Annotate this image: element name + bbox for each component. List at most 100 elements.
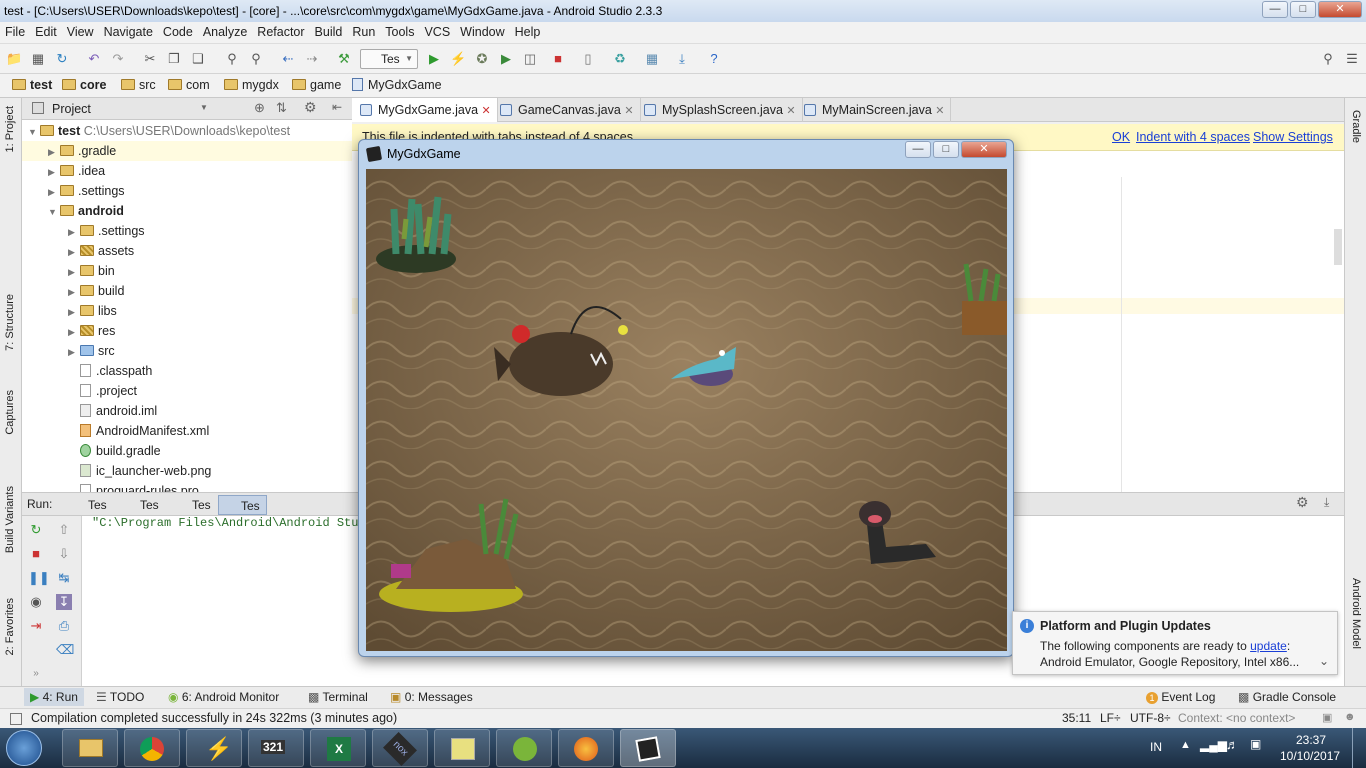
stop-icon[interactable]: ■ xyxy=(28,546,44,562)
menu-edit[interactable]: Edit xyxy=(30,22,62,39)
language-indicator[interactable]: IN xyxy=(1150,740,1162,754)
tree-item[interactable]: proguard-rules.pro xyxy=(80,481,199,492)
run-tab[interactable]: Tes xyxy=(118,495,165,515)
tree-item[interactable]: build.gradle xyxy=(80,441,161,461)
project-structure-icon[interactable]: ▦ xyxy=(644,51,660,67)
tree-item[interactable]: ▶ src xyxy=(68,341,115,361)
menu-code[interactable]: Code xyxy=(158,22,198,39)
help-icon[interactable]: ? xyxy=(706,51,722,67)
paste-icon[interactable]: ❑ xyxy=(190,51,206,67)
down-arrow-icon[interactable]: ⇩ xyxy=(56,546,72,562)
tab-run[interactable]: ▶ 4: Run xyxy=(24,688,84,706)
menu-analyze[interactable]: Analyze xyxy=(198,22,252,39)
clock-date[interactable]: 10/10/2017 xyxy=(1280,749,1340,763)
taskbar-android-studio[interactable] xyxy=(496,729,552,767)
tab-gradle-console[interactable]: ▩ Gradle Console xyxy=(1238,690,1336,704)
stop-icon[interactable]: ■ xyxy=(550,51,566,67)
menu-window[interactable]: Window xyxy=(455,22,509,39)
network-icon[interactable]: ▣ xyxy=(1250,737,1261,751)
tree-item[interactable]: ▶ libs xyxy=(68,301,117,321)
tab-gamecanvas[interactable]: GameCanvas.java ✕ xyxy=(492,98,641,122)
hide-icon[interactable]: ⤓ xyxy=(1324,495,1329,510)
minimize-button[interactable]: — xyxy=(1262,1,1288,18)
volume-icon[interactable]: ♬ xyxy=(1226,737,1239,752)
sync-icon[interactable]: ↻ xyxy=(54,51,70,67)
run-tab-active[interactable]: Tes xyxy=(218,495,267,515)
game-maximize-button[interactable]: □ xyxy=(933,141,959,158)
breadcrumb-item[interactable]: core xyxy=(62,78,106,92)
editor-scrollbar[interactable] xyxy=(1334,229,1342,265)
menu-refactor[interactable]: Refactor xyxy=(252,22,309,39)
taskbar-firefox[interactable] xyxy=(558,729,614,767)
debug-icon[interactable]: ✪ xyxy=(474,51,490,67)
apply-changes-icon[interactable]: ⚡ xyxy=(450,51,466,67)
tab-mygdxgame[interactable]: MyGdxGame.java ✕ xyxy=(352,98,498,122)
sync-gradle-icon[interactable]: ♻ xyxy=(612,51,628,67)
tree-item[interactable]: .project xyxy=(80,381,137,401)
open-folder-icon[interactable]: 📁 xyxy=(6,51,22,67)
chevron-down-icon[interactable]: ⌄ xyxy=(1319,654,1329,668)
tree-item[interactable]: ▶ assets xyxy=(68,241,134,261)
toggle-tool-windows-icon[interactable] xyxy=(10,713,22,725)
tab-gradle[interactable]: Gradle xyxy=(1350,110,1362,143)
taskbar-app[interactable]: ⚡ xyxy=(186,729,242,767)
tab-terminal[interactable]: ▩ Terminal xyxy=(308,690,368,704)
back-icon[interactable]: ⇠ xyxy=(280,51,296,67)
tree-item[interactable]: .classpath xyxy=(80,361,152,381)
file-encoding[interactable]: UTF-8÷ xyxy=(1130,711,1171,725)
search-icon[interactable]: ⚲ xyxy=(1320,51,1336,67)
taskbar-explorer[interactable] xyxy=(62,729,118,767)
menu-tools[interactable]: Tools xyxy=(380,22,419,39)
tab-captures[interactable]: Captures xyxy=(4,390,16,435)
breadcrumb-item[interactable]: src xyxy=(121,78,156,92)
find-icon[interactable]: ⚲ xyxy=(224,51,240,67)
show-settings-link[interactable]: Show Settings xyxy=(1253,130,1333,144)
close-icon[interactable]: ✕ xyxy=(786,105,795,117)
save-icon[interactable]: ▦ xyxy=(30,51,46,67)
tab-favorites[interactable]: 2: Favorites xyxy=(4,598,16,655)
undo-icon[interactable]: ↶ xyxy=(86,51,102,67)
hide-icon[interactable]: ⇤ xyxy=(332,100,342,114)
tab-android-model[interactable]: Android Model xyxy=(1350,578,1362,649)
game-close-button[interactable]: ✕ xyxy=(961,141,1007,158)
tree-item[interactable]: ic_launcher-web.png xyxy=(80,461,211,481)
context-indicator[interactable]: Context: <no context> xyxy=(1178,711,1295,725)
breadcrumb-item[interactable]: game xyxy=(292,78,341,92)
attach-debugger-icon[interactable]: ◫ xyxy=(522,51,538,67)
tree-item[interactable]: ▶ .gradle xyxy=(22,141,352,161)
close-icon[interactable]: ✕ xyxy=(482,105,491,117)
start-button[interactable] xyxy=(6,730,42,766)
up-arrow-icon[interactable]: ⇧ xyxy=(56,522,72,538)
run-icon[interactable]: ▶ xyxy=(426,51,442,67)
copy-icon[interactable]: ❐ xyxy=(166,51,182,67)
menu-build[interactable]: Build xyxy=(310,22,348,39)
indent-link[interactable]: Indent with 4 spaces xyxy=(1136,130,1250,144)
tab-mymainscreen[interactable]: MyMainScreen.java ✕ xyxy=(796,98,952,122)
tray-up-icon[interactable]: ▲ xyxy=(1180,739,1191,751)
gear-icon[interactable]: ⚙ xyxy=(1296,494,1309,511)
tree-item[interactable]: ▼ android xyxy=(48,201,124,221)
locate-icon[interactable]: ⊕ xyxy=(254,100,265,116)
tab-messages[interactable]: ▣ 0: Messages xyxy=(390,690,473,704)
clock-time[interactable]: 23:37 xyxy=(1296,733,1326,747)
tree-root[interactable]: ▼ test C:\Users\USER\Downloads\kepo\test xyxy=(28,121,290,141)
tab-build-variants[interactable]: Build Variants xyxy=(4,486,16,553)
signal-icon[interactable]: ▂▄▆ xyxy=(1200,738,1227,752)
line-separator[interactable]: LF÷ xyxy=(1100,711,1121,725)
breadcrumb-item[interactable]: test xyxy=(12,78,52,92)
breadcrumb-item[interactable]: com xyxy=(168,78,210,92)
toolbar-overflow-icon[interactable]: ☰ xyxy=(1344,51,1360,67)
profile-icon[interactable]: ▶ xyxy=(498,51,514,67)
tree-item[interactable]: android.iml xyxy=(80,401,157,421)
menu-navigate[interactable]: Navigate xyxy=(99,22,158,39)
more-icon[interactable]: » xyxy=(28,666,44,682)
lock-icon[interactable]: ▣ xyxy=(1322,711,1332,724)
menu-file[interactable]: File xyxy=(0,22,30,39)
rerun-icon[interactable]: ↻ xyxy=(28,522,44,538)
tree-item[interactable]: ▶ .settings xyxy=(68,221,145,241)
maximize-button[interactable]: □ xyxy=(1290,1,1316,18)
menu-help[interactable]: Help xyxy=(510,22,546,39)
project-view-select[interactable]: Project xyxy=(52,102,91,116)
taskbar-notes[interactable] xyxy=(434,729,490,767)
scroll-to-end-icon[interactable]: ↧ xyxy=(56,594,72,610)
